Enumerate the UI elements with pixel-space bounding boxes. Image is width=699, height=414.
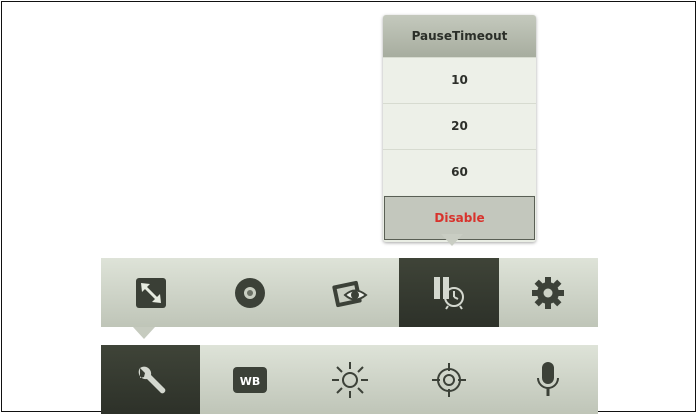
image-eye-icon xyxy=(331,280,368,307)
wrench-icon xyxy=(138,366,165,393)
wb-icon: WB xyxy=(233,366,268,393)
toolbar-pointer xyxy=(133,327,155,339)
top-toolbar xyxy=(101,258,598,327)
timeout-option-60[interactable]: 60 xyxy=(383,149,536,195)
focus-target-button[interactable] xyxy=(399,345,498,414)
settings-button[interactable] xyxy=(499,258,598,327)
microphone-button[interactable] xyxy=(499,345,598,414)
crosshair-icon xyxy=(431,362,466,397)
pause-timer-button[interactable] xyxy=(399,258,499,327)
brightness-button[interactable] xyxy=(300,345,399,414)
pause-timer-icon xyxy=(433,276,464,310)
pause-timeout-popup: PauseTimeout 10 20 60 Disable xyxy=(383,15,536,242)
popup-pointer xyxy=(441,234,463,246)
brightness-sun-icon xyxy=(331,361,368,398)
bottom-toolbar: WB xyxy=(101,345,598,414)
disc-icon xyxy=(235,277,266,308)
popup-title: PauseTimeout xyxy=(383,15,536,57)
microphone-icon xyxy=(537,361,560,396)
image-view-button[interactable] xyxy=(300,258,399,327)
resize-arrows-icon xyxy=(135,277,166,308)
gear-icon xyxy=(532,276,565,309)
resize-button[interactable] xyxy=(101,258,200,327)
timeout-option-10[interactable]: 10 xyxy=(383,57,536,103)
disc-button[interactable] xyxy=(200,258,299,327)
timeout-option-20[interactable]: 20 xyxy=(383,103,536,149)
tools-button[interactable] xyxy=(101,345,201,414)
white-balance-button[interactable]: WB xyxy=(200,345,299,414)
wb-label: WB xyxy=(240,375,261,388)
